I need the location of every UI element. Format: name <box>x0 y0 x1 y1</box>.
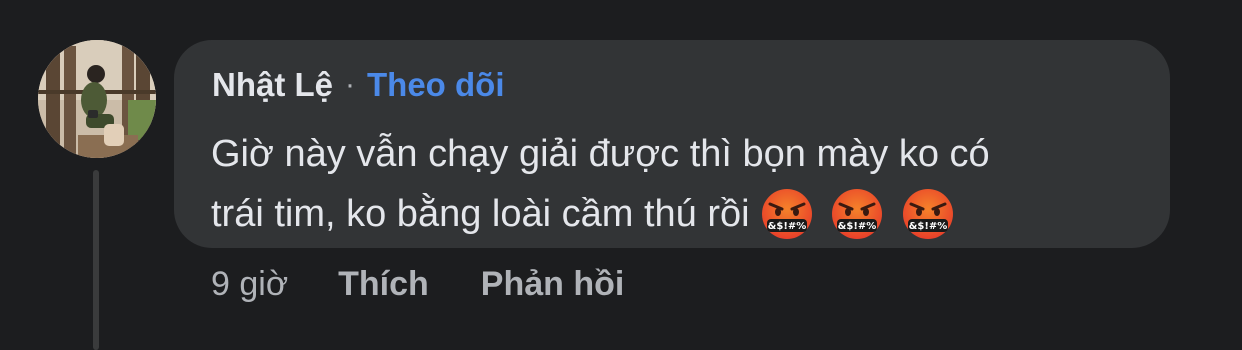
comment-bubble: Nhật Lệ · Theo dõi Giờ này vẫn chạy giải… <box>174 40 1170 248</box>
emoji-symbols-text-3: &$!#% <box>908 221 947 232</box>
comment-actions: 9 giờ Thích Phản hồi <box>211 265 676 304</box>
emoji-group: &$!#% &$!#% &$!#% <box>760 182 961 242</box>
like-button[interactable]: Thích <box>338 265 429 304</box>
comment-text: Giờ này vẫn chạy giải được thì bọn mày k… <box>211 124 1151 244</box>
face-with-symbols-on-mouth-icon: &$!#% <box>830 187 884 241</box>
separator-dot: · <box>345 68 356 101</box>
emoji-symbols-text-2: &$!#% <box>838 221 877 232</box>
comment-text-line-2-text: trái tim, ko bằng loài cầm thú rồi <box>211 193 750 235</box>
reply-button[interactable]: Phản hồi <box>481 265 625 304</box>
avatar[interactable] <box>38 40 156 158</box>
thread-connector-line <box>93 170 99 350</box>
emoji-symbols-text-1: &$!#% <box>767 221 806 232</box>
comment-text-line-1: Giờ này vẫn chạy giải được thì bọn mày k… <box>211 133 990 175</box>
comment-text-line-2: trái tim, ko bằng loài cầm thú rồi &$!#%… <box>211 184 1151 244</box>
author-name[interactable]: Nhật Lệ <box>212 66 333 104</box>
avatar-photo <box>38 40 156 158</box>
face-with-symbols-on-mouth-icon: &$!#% <box>901 187 955 241</box>
face-with-symbols-on-mouth-icon: &$!#% <box>760 187 814 241</box>
comment-header: Nhật Lệ · Theo dõi <box>212 66 505 104</box>
comment-timestamp[interactable]: 9 giờ <box>211 265 288 304</box>
follow-link[interactable]: Theo dõi <box>367 66 504 104</box>
